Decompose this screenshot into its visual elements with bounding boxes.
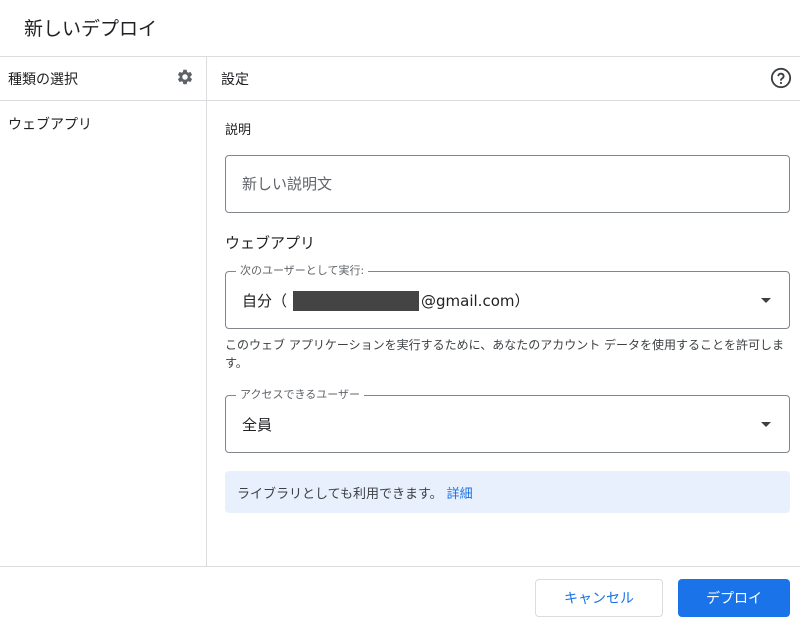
execute-as-select[interactable]: 次のユーザーとして実行: 自分（ @gmail.com）	[225, 264, 790, 329]
execute-as-value-prefix: 自分（	[242, 292, 288, 310]
title-divider	[0, 56, 800, 57]
help-icon[interactable]	[770, 67, 792, 89]
execute-as-value: 自分（ @gmail.com）	[242, 290, 529, 311]
dropdown-arrow-icon	[761, 298, 771, 303]
execute-as-legend: 次のユーザーとして実行:	[236, 264, 369, 278]
description-label: 説明	[225, 123, 252, 138]
access-value: 全員	[242, 416, 273, 434]
cancel-button[interactable]: キャンセル	[535, 579, 663, 617]
header-divider	[0, 100, 800, 101]
description-input[interactable]	[225, 155, 790, 213]
access-legend: アクセスできるユーザー	[236, 388, 365, 402]
access-select[interactable]: アクセスできるユーザー 全員	[225, 388, 790, 453]
type-item-webapp[interactable]: ウェブアプリ	[8, 114, 92, 134]
panel-divider	[206, 56, 207, 566]
deploy-button[interactable]: デプロイ	[678, 579, 790, 617]
execute-as-helper-text: このウェブ アプリケーションを実行するために、あなたのアカウント データを使用す…	[225, 338, 785, 370]
gear-icon-svg	[177, 69, 193, 85]
redacted-email-block	[293, 290, 420, 311]
gear-icon[interactable]	[175, 67, 195, 87]
settings-header: 設定	[221, 72, 249, 88]
dropdown-arrow-icon	[761, 422, 771, 427]
help-icon-svg	[770, 67, 792, 89]
details-link[interactable]: 詳細	[447, 483, 473, 502]
execute-as-value-suffix: @gmail.com）	[421, 292, 530, 310]
footer-divider	[0, 566, 800, 567]
webapp-section-title: ウェブアプリ	[225, 234, 316, 252]
dialog-title: 新しいデプロイ	[24, 18, 158, 40]
library-info-text: ライブラリとしても利用できます。	[237, 486, 443, 502]
library-info-banner: ライブラリとしても利用できます。 詳細	[225, 471, 790, 513]
type-selection-header: 種類の選択	[8, 72, 78, 88]
